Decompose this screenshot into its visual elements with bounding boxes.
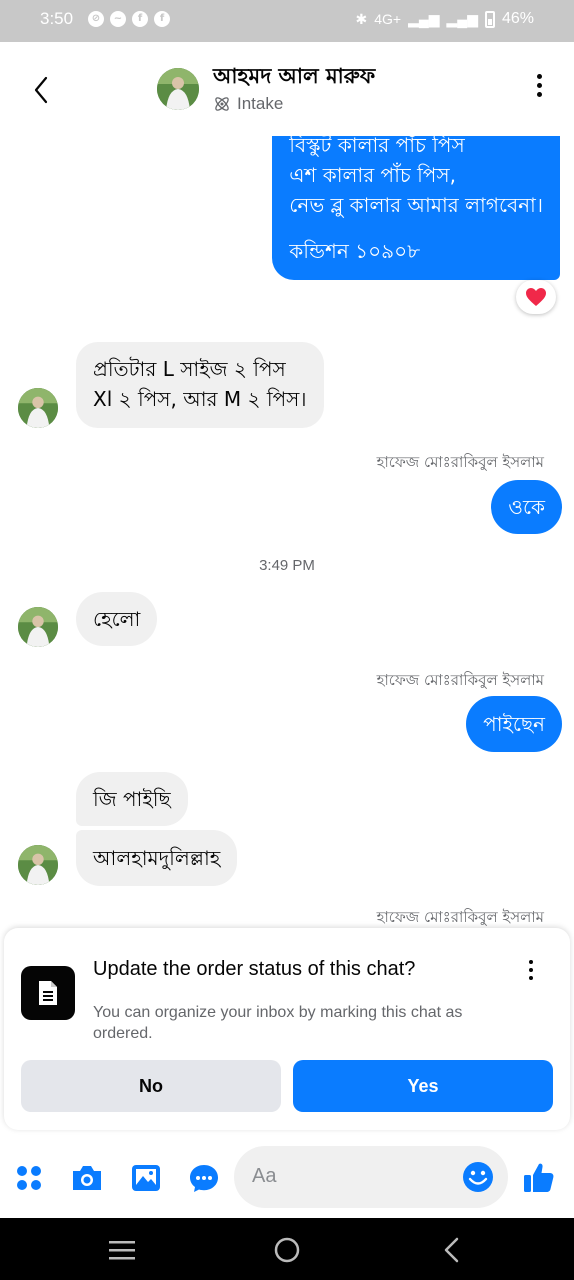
sender-avatar[interactable] [18,607,58,647]
menu-grid-button[interactable] [14,1162,46,1194]
message-text: হেলো [93,607,141,631]
chat-bubble-button[interactable] [188,1162,220,1194]
outgoing-message[interactable]: বিস্কুট কালার পাঁচ পিস এশ কালার পাঁচ পিস… [272,136,560,280]
bluetooth-icon: ✱ [355,10,368,27]
sender-name: হাফেজ মোঃরাকিবুল ইসলাম [376,453,544,471]
order-status-card: Update the order status of this chat? Yo… [4,928,570,1130]
message-line: বিস্কুট কালার পাঁচ পিস [289,136,465,157]
outgoing-message[interactable]: ওকে [491,480,562,534]
incoming-message[interactable]: হেলো [76,592,158,646]
menu-lines-icon [109,1241,135,1260]
facebook-icon-2: f [154,11,170,27]
sender-avatar[interactable] [18,388,58,428]
more-dot [529,976,533,980]
facebook-icon: f [132,11,148,27]
atom-icon [215,97,229,111]
gallery-button[interactable] [130,1162,162,1194]
network-type: 4G+ [374,11,402,27]
back-nav-button[interactable] [437,1235,467,1265]
message-text: আলহামদুলিল্লাহ [93,846,221,870]
messenger-icon: ~ [110,11,126,27]
card-description: You can organize your inbox by marking t… [93,1004,463,1042]
incoming-message[interactable]: আলহামদুলিল্লাহ [76,830,238,886]
image-icon [132,1165,160,1191]
camera-icon [73,1166,101,1190]
outgoing-message[interactable]: পাইছেন [466,696,562,752]
sender-name: হাফেজ মোঃরাকিবুল ইসলাম [376,671,544,689]
camera-button[interactable] [70,1162,102,1194]
battery-icon [484,10,495,28]
chevron-left-icon [34,76,48,104]
contact-name[interactable]: আহমদ আল মারুফ [213,60,375,95]
battery-percent: 46% [501,10,534,27]
message-text: জি পাইছি [93,787,171,811]
document-icon [21,966,75,1020]
card-more-button[interactable] [528,960,534,984]
more-dot [536,92,542,97]
chevron-left-icon [444,1237,459,1263]
status-right: ✱ 4G+ ▂▄▆ ▂▄▆ 46% [355,10,534,28]
more-options-button[interactable] [534,74,544,102]
card-title: Update the order status of this chat? [93,958,416,980]
grid-dots-icon [17,1166,41,1190]
message-text: পাইছেন [483,712,545,736]
status-time: 3:50 [40,9,74,28]
circle-home-icon [274,1237,300,1263]
incoming-message[interactable]: প্রতিটার L সাইজ ২ পিস Xl ২ পিস, আর M ২ প… [76,342,324,428]
signal-icon-2: ▂▄▆ [446,10,478,27]
more-dot [529,960,533,964]
chat-header: আহমদ আল মারুফ Intake [0,42,574,136]
recent-apps-button[interactable] [107,1235,137,1265]
heart-icon [526,288,546,306]
more-dot [529,968,533,972]
no-button[interactable]: No [21,1060,281,1112]
emoji-button[interactable] [462,1161,494,1193]
message-input[interactable]: Aa [234,1146,508,1208]
label-text: Intake [237,94,284,113]
chat-bubble-icon [190,1165,218,1192]
message-line: নেভ ব্লু কালার আমার লাগবেনা। [289,193,543,217]
contact-avatar[interactable] [157,68,199,110]
message-line: কন্ডিশন ১০৯০৮ [289,239,421,263]
message-timestamp: 3:49 PM [259,557,315,574]
sender-avatar[interactable] [18,845,58,885]
label-row[interactable]: Intake [213,94,283,114]
message-text: ওকে [508,495,545,519]
more-dot [536,74,542,79]
heart-reaction[interactable] [516,280,556,314]
message-line: Xl ২ পিস, আর M ২ পিস। [93,387,307,411]
message-list[interactable]: বিস্কুট কালার পাঁচ পিস এশ কালার পাঁচ পিস… [0,136,574,926]
yes-button[interactable]: Yes [293,1060,553,1112]
status-bar: 3:50 ⊘ ~ f f ✱ 4G+ ▂▄▆ ▂▄▆ 46% [0,0,574,42]
message-line: প্রতিটার L সাইজ ২ পিস [93,357,286,381]
notification-icons: ⊘ ~ f f [88,11,170,27]
signal-icon: ▂▄▆ [408,10,440,27]
composer-bar: Aa [0,1140,574,1218]
home-button[interactable] [272,1235,302,1265]
input-placeholder: Aa [252,1165,277,1187]
smiley-icon [463,1162,493,1192]
back-button[interactable] [22,70,62,110]
incoming-message[interactable]: জি পাইছি [76,772,188,826]
more-dot [536,83,542,88]
thumbs-up-icon [524,1163,554,1192]
system-nav-bar [0,1218,574,1280]
screen-share-icon: ⊘ [88,11,104,27]
sender-name: হাফেজ মোঃরাকিবুল ইসলাম [376,908,544,926]
message-line: এশ কালার পাঁচ পিস, [289,163,456,187]
like-button[interactable] [522,1160,554,1192]
